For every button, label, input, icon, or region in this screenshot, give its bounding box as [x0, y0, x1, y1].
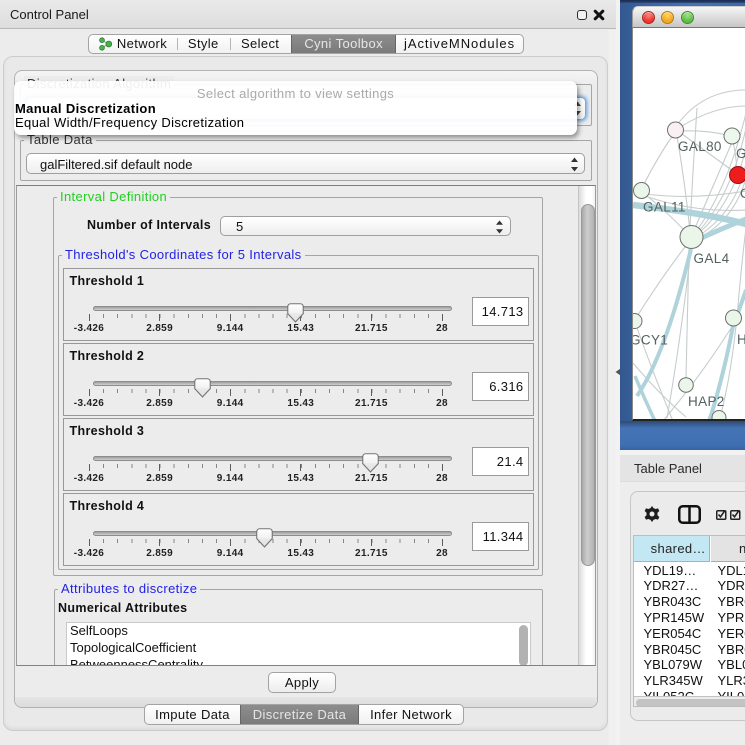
svg-text:GCY1: GCY1	[633, 333, 668, 348]
svg-text:GAL3: GAL3	[736, 146, 745, 161]
svg-text:GAL4: GAL4	[694, 251, 730, 266]
svg-text:HAP2: HAP2	[688, 394, 725, 409]
svg-text:GAL11: GAL11	[643, 200, 686, 215]
svg-text:GAL80: GAL80	[678, 139, 722, 154]
svg-text:CRM: CRM	[740, 186, 745, 201]
svg-text:HIS4: HIS4	[737, 332, 745, 347]
